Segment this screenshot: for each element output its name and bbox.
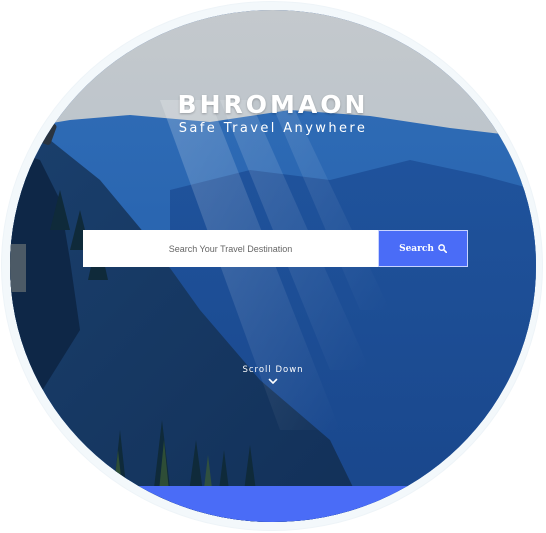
brand-tagline: Safe Travel Anywhere	[178, 121, 368, 136]
bottom-accent-section	[10, 486, 536, 522]
brand-title: BHROMAON	[177, 90, 369, 119]
search-icon	[438, 244, 447, 253]
search-button[interactable]: Search	[378, 230, 468, 267]
chevron-down-icon	[268, 378, 278, 384]
search-button-label: Search	[399, 243, 434, 254]
search-input[interactable]	[83, 230, 378, 267]
search-form: Search	[83, 230, 468, 267]
page: BHROMAON Safe Travel Anywhere Search Scr…	[0, 0, 546, 533]
hero-circle: BHROMAON Safe Travel Anywhere Search Scr…	[10, 10, 536, 522]
scroll-down-label: Scroll Down	[242, 365, 304, 375]
scroll-down-link[interactable]: Scroll Down	[10, 365, 536, 385]
foreground-object	[10, 244, 26, 292]
